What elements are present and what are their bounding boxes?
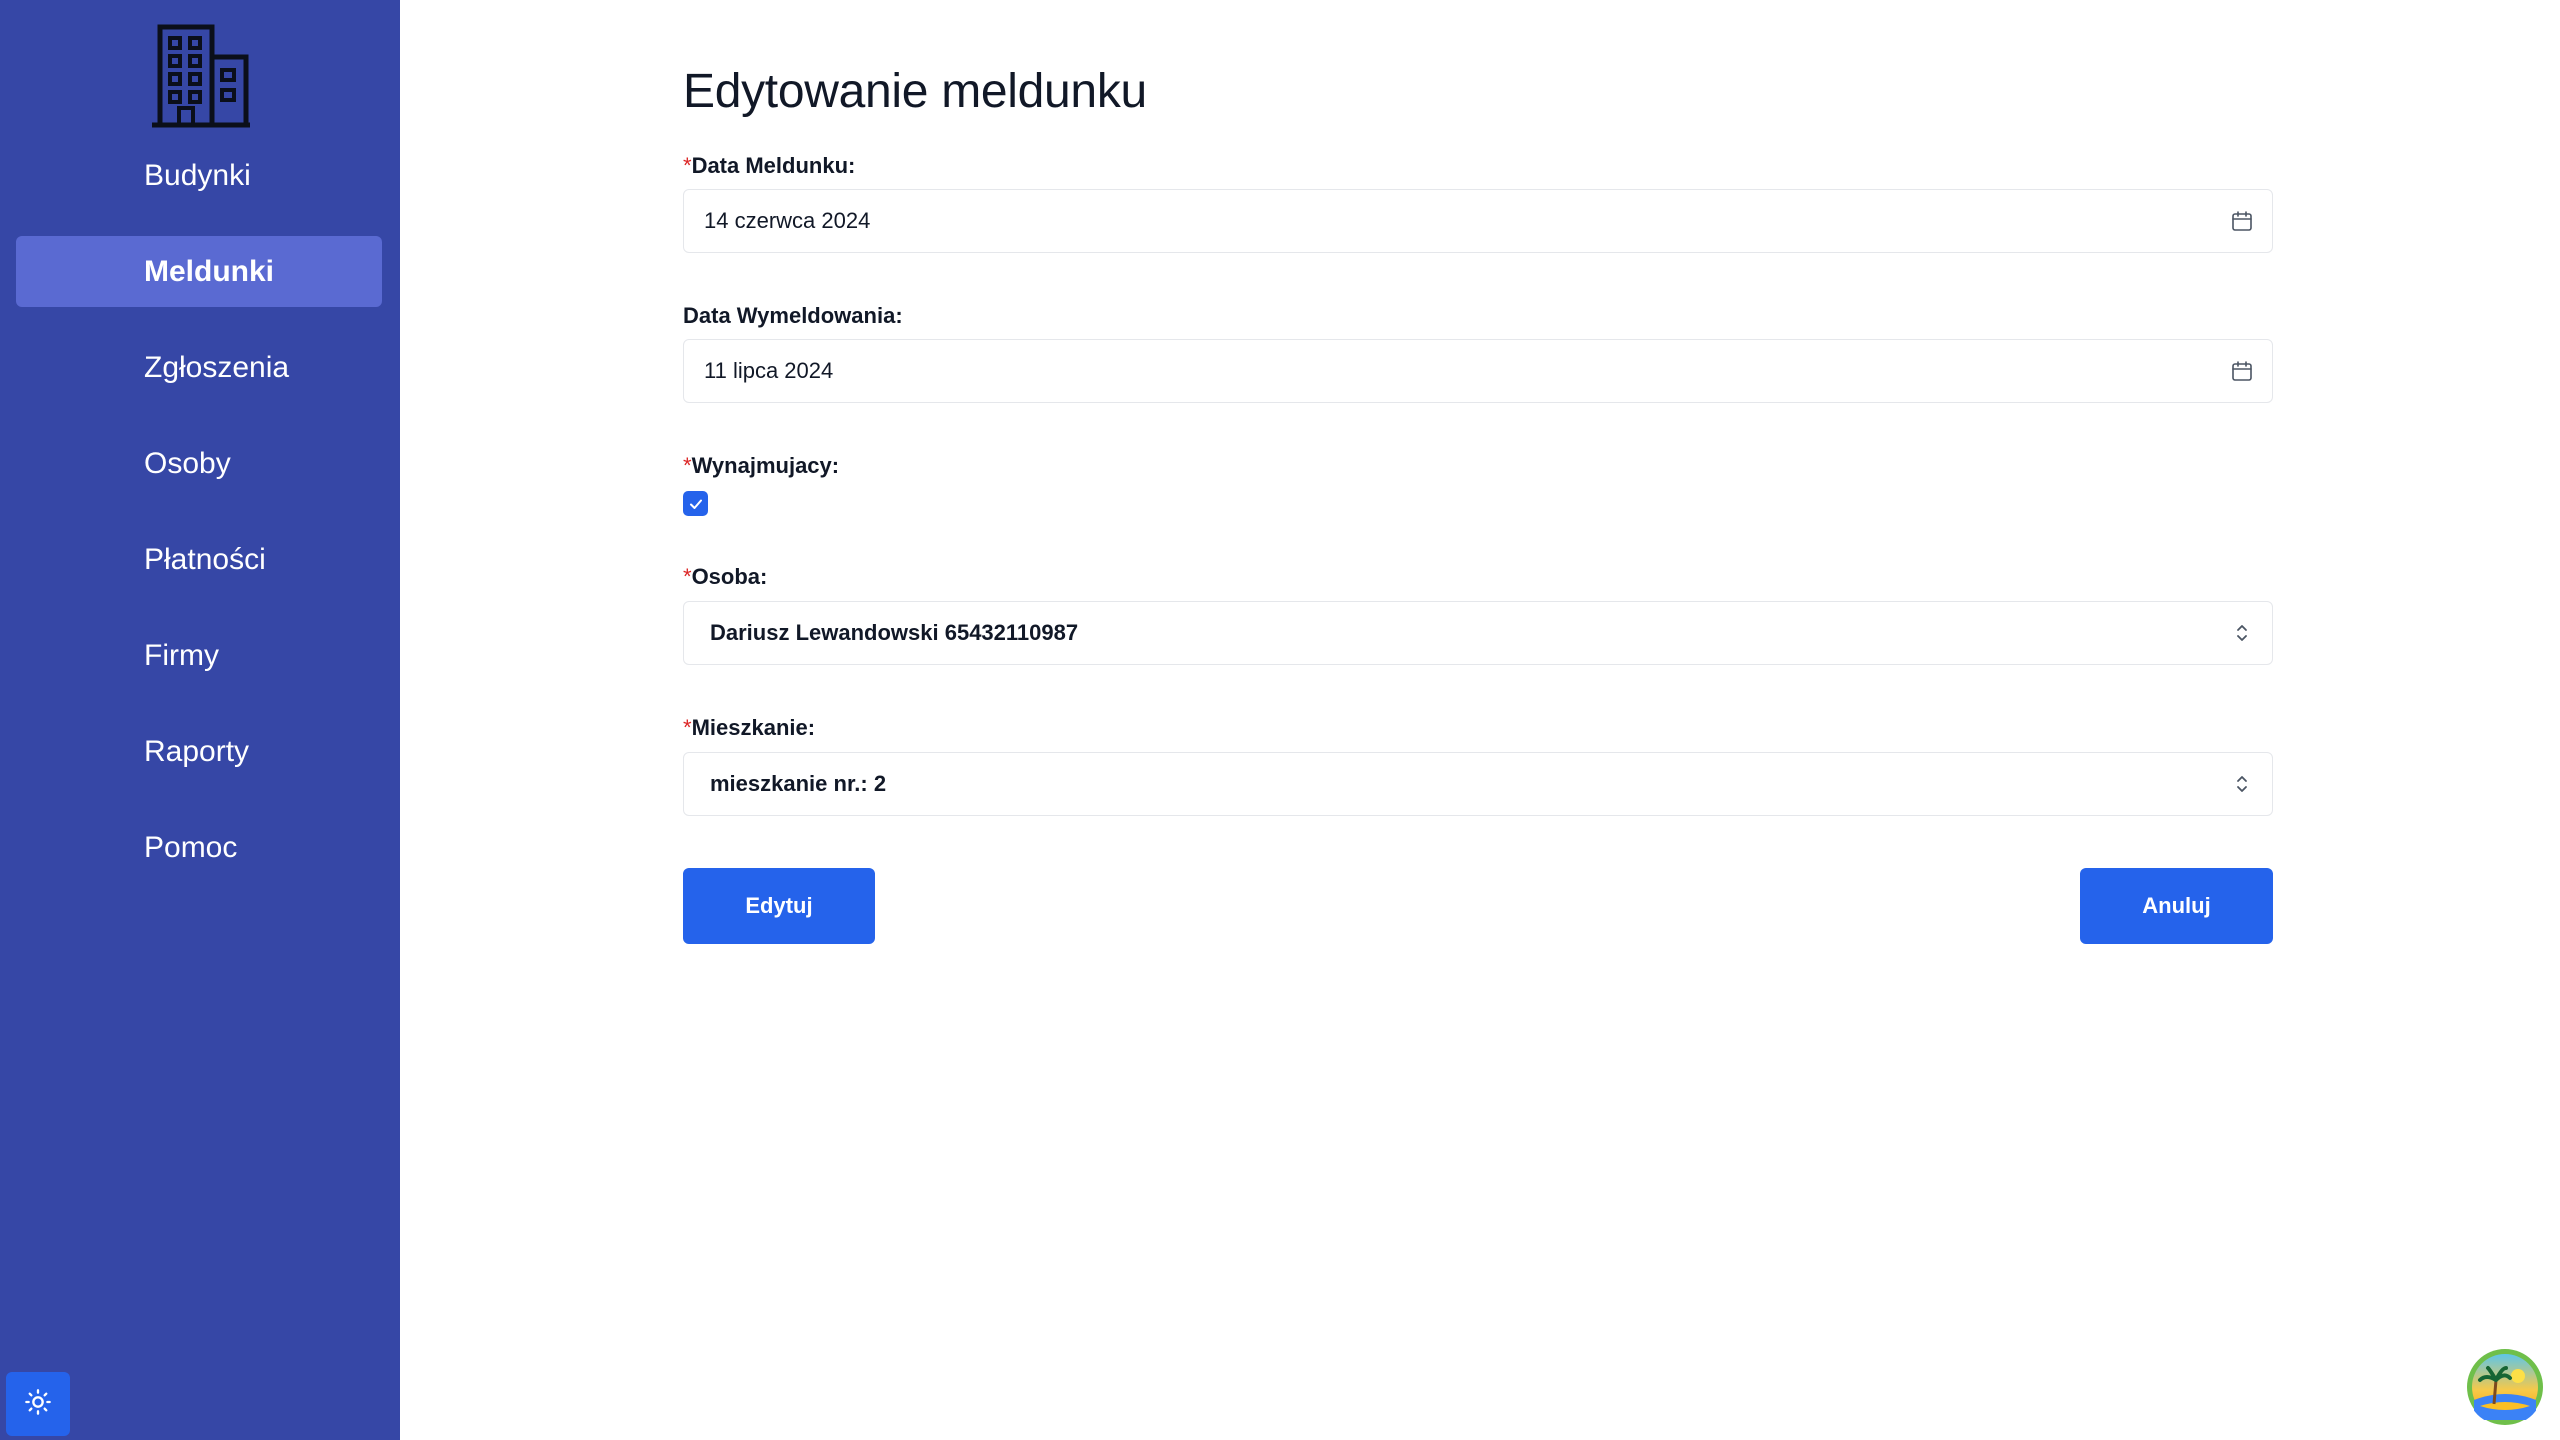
apartment-select[interactable]: mieszkanie nr.: 2 xyxy=(683,752,2273,816)
checkin-date-value: 14 czerwca 2024 xyxy=(704,208,871,233)
page-title: Edytowanie meldunku xyxy=(683,65,1147,118)
apartment-select-value: mieszkanie nr.: 2 xyxy=(710,771,887,796)
checkout-date-field[interactable]: 11 lipca 2024 xyxy=(683,339,2273,403)
sidebar-item-platnosci[interactable]: Płatności xyxy=(16,524,382,595)
sidebar: Budynki Meldunki Zgłoszenia Osoby Płatno… xyxy=(0,0,400,1440)
required-mark: * xyxy=(683,715,692,740)
person-select-value: Dariusz Lewandowski 65432110987 xyxy=(710,620,1079,645)
apartment-label: *Mieszkanie: xyxy=(683,715,816,740)
chevron-updown-icon xyxy=(2212,752,2272,816)
sidebar-item-meldunki[interactable]: Meldunki xyxy=(16,236,382,307)
main-content: Edytowanie meldunku *Data Meldunku: 14 c… xyxy=(400,0,2560,1440)
calendar-icon[interactable] xyxy=(2212,189,2272,253)
checkout-date-value: 11 lipca 2024 xyxy=(704,358,834,383)
renter-checkbox[interactable] xyxy=(683,491,708,516)
cancel-button[interactable]: Anuluj xyxy=(2080,868,2273,944)
checkin-label: *Data Meldunku: xyxy=(683,153,856,178)
building-icon[interactable] xyxy=(150,22,252,128)
calendar-icon[interactable] xyxy=(2212,339,2272,403)
sun-icon xyxy=(24,1388,52,1421)
avatar[interactable] xyxy=(2466,1348,2544,1426)
checkin-date-field[interactable]: 14 czerwca 2024 xyxy=(683,189,2273,253)
chevron-updown-icon xyxy=(2212,601,2272,665)
required-mark: * xyxy=(683,453,692,478)
sidebar-item-budynki[interactable]: Budynki xyxy=(16,140,382,211)
checkout-label: Data Wymeldowania: xyxy=(683,303,903,328)
sidebar-item-firmy[interactable]: Firmy xyxy=(16,620,382,691)
sidebar-item-osoby[interactable]: Osoby xyxy=(16,428,382,499)
required-mark: * xyxy=(683,564,692,589)
renter-label: *Wynajmujacy: xyxy=(683,453,840,478)
person-select[interactable]: Dariusz Lewandowski 65432110987 xyxy=(683,601,2273,665)
sidebar-item-pomoc[interactable]: Pomoc xyxy=(16,812,382,883)
sidebar-item-raporty[interactable]: Raporty xyxy=(16,716,382,787)
edit-submit-button[interactable]: Edytuj xyxy=(683,868,875,944)
theme-toggle-button[interactable] xyxy=(6,1372,70,1436)
person-label: *Osoba: xyxy=(683,564,768,589)
sidebar-item-zgloszenia[interactable]: Zgłoszenia xyxy=(16,332,382,403)
required-mark: * xyxy=(683,153,692,178)
